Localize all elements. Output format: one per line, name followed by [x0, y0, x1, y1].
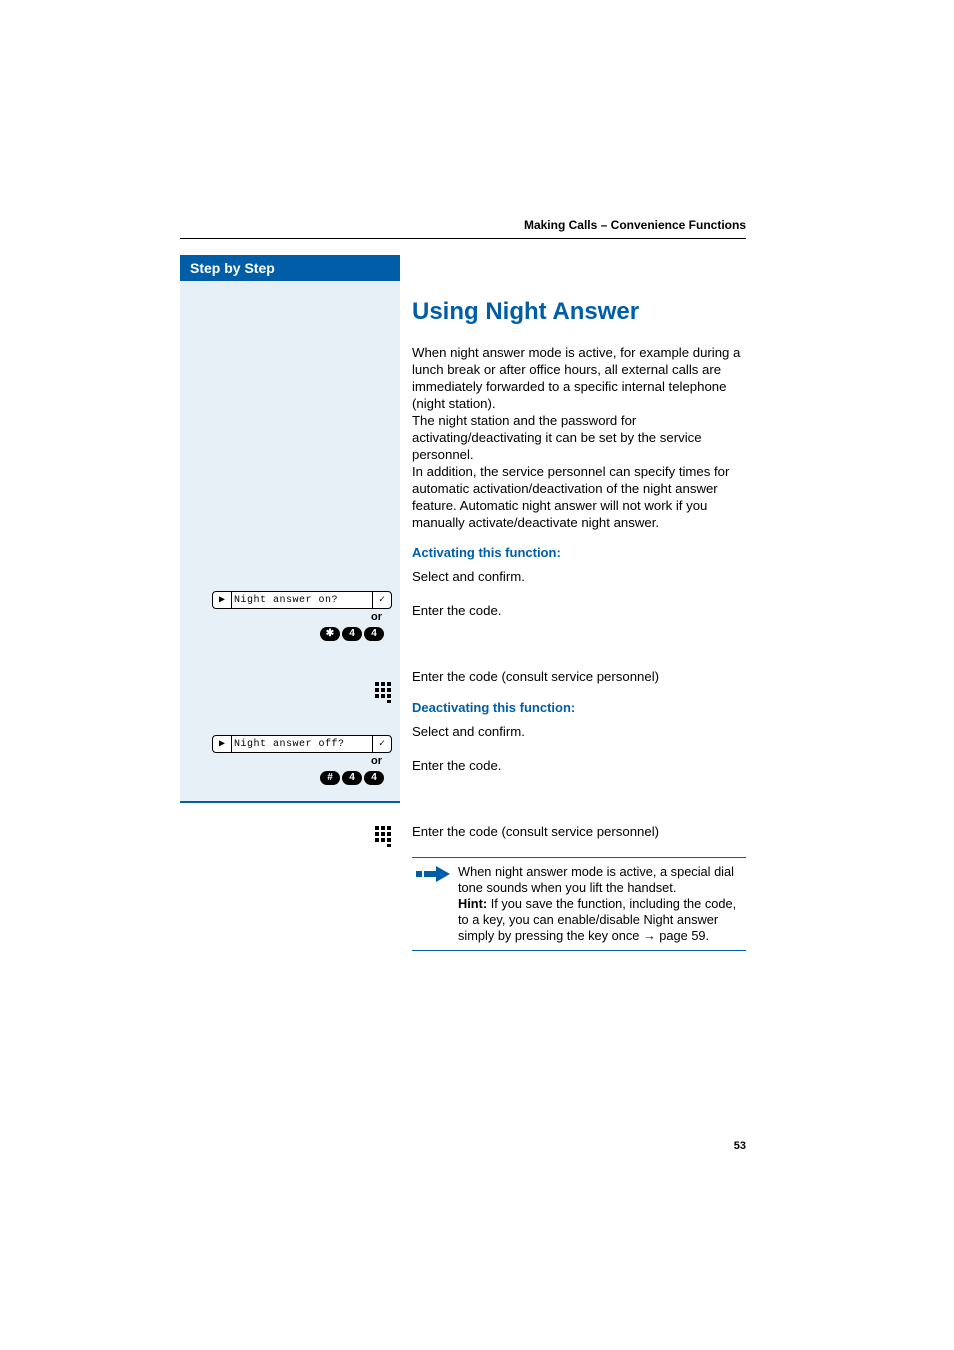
key-hash[interactable]: # — [320, 771, 340, 785]
note-hint-ref: → page 59. — [643, 928, 709, 943]
code-keys-on[interactable]: ✱ 4 4 — [320, 627, 392, 641]
step-enter-code-consult-on: Enter the code (consult service personne… — [412, 668, 746, 686]
display-option-night-on[interactable]: ▶ Night answer on? ✓ — [212, 591, 392, 609]
display-option-label: Night answer off? — [231, 736, 373, 752]
running-head: Making Calls – Convenience Functions — [524, 218, 746, 232]
step-select-confirm-on: Select and confirm. — [412, 568, 746, 586]
step-enter-code-on: Enter the code. — [412, 602, 746, 620]
deactivating-heading: Deactivating this function: — [412, 700, 746, 715]
or-label: or — [188, 611, 392, 623]
display-option-label: Night answer on? — [231, 592, 373, 608]
key-4c[interactable]: 4 — [342, 771, 362, 785]
note-box: When night answer mode is active, a spec… — [412, 857, 746, 951]
section-title: Using Night Answer — [412, 298, 746, 326]
note-hint-label: Hint: — [458, 896, 487, 911]
sidebar-title: Step by Step — [180, 255, 400, 281]
key-star[interactable]: ✱ — [320, 627, 340, 641]
keypad-icon — [374, 825, 392, 847]
key-4b[interactable]: 4 — [364, 627, 384, 641]
key-4d[interactable]: 4 — [364, 771, 384, 785]
note-arrow-icon — [416, 866, 450, 886]
keypad-icon — [374, 681, 392, 703]
check-icon: ✓ — [373, 738, 391, 750]
display-option-night-off[interactable]: ▶ Night answer off? ✓ — [212, 735, 392, 753]
chevron-right-icon: ▶ — [213, 738, 231, 750]
header-rule — [180, 238, 746, 239]
step-enter-code-off: Enter the code. — [412, 757, 746, 775]
or-label: or — [188, 755, 392, 767]
page-number: 53 — [734, 1140, 746, 1152]
intro-paragraph: When night answer mode is active, for ex… — [412, 344, 746, 531]
code-keys-off[interactable]: # 4 4 — [320, 771, 392, 785]
note-line1: When night answer mode is active, a spec… — [458, 864, 734, 895]
sidebar-panel — [180, 281, 400, 803]
activating-heading: Activating this function: — [412, 545, 746, 560]
chevron-right-icon: ▶ — [213, 594, 231, 606]
check-icon: ✓ — [373, 594, 391, 606]
key-4a[interactable]: 4 — [342, 627, 362, 641]
step-select-confirm-off: Select and confirm. — [412, 723, 746, 741]
step-enter-code-consult-off: Enter the code (consult service personne… — [412, 823, 746, 841]
